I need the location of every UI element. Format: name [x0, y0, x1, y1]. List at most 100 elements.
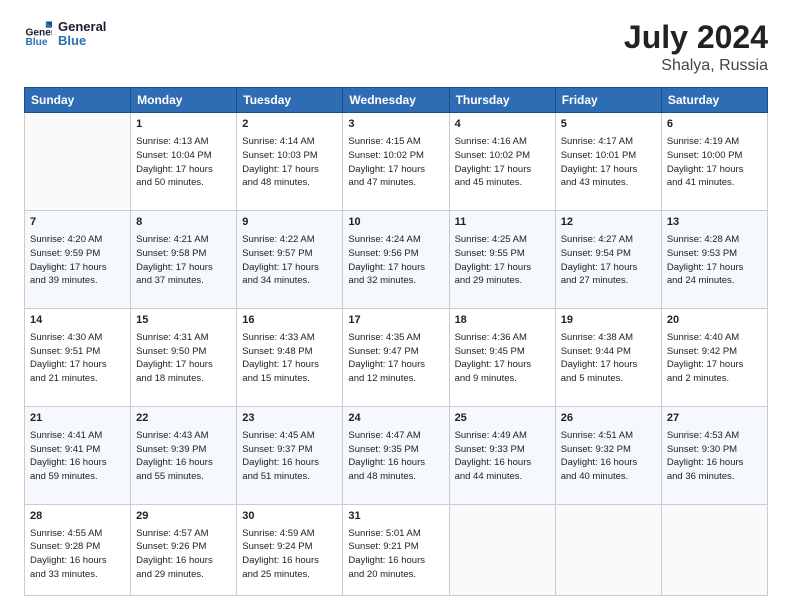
calendar-cell: 3Sunrise: 4:15 AMSunset: 10:02 PMDayligh… [343, 113, 449, 211]
cell-content: 27Sunrise: 4:53 AMSunset: 9:30 PMDayligh… [667, 411, 762, 484]
col-sunday: Sunday [25, 88, 131, 113]
calendar-cell: 2Sunrise: 4:14 AMSunset: 10:03 PMDayligh… [237, 113, 343, 211]
cell-line: Sunset: 9:45 PM [455, 345, 550, 359]
cell-line: Daylight: 16 hours [30, 554, 125, 568]
cell-content: 3Sunrise: 4:15 AMSunset: 10:02 PMDayligh… [348, 117, 443, 190]
cell-content: 28Sunrise: 4:55 AMSunset: 9:28 PMDayligh… [30, 509, 125, 582]
cell-line: and 20 minutes. [348, 568, 443, 582]
cell-line: Daylight: 16 hours [136, 554, 231, 568]
cell-line: Sunset: 9:30 PM [667, 443, 762, 457]
cell-line: Daylight: 17 hours [348, 261, 443, 275]
cell-content: 23Sunrise: 4:45 AMSunset: 9:37 PMDayligh… [242, 411, 337, 484]
day-number: 31 [348, 509, 443, 525]
day-number: 24 [348, 411, 443, 427]
calendar-cell [25, 113, 131, 211]
cell-line: and 45 minutes. [455, 176, 550, 190]
cell-content: 25Sunrise: 4:49 AMSunset: 9:33 PMDayligh… [455, 411, 550, 484]
cell-line: Sunset: 10:01 PM [561, 149, 656, 163]
cell-content: 12Sunrise: 4:27 AMSunset: 9:54 PMDayligh… [561, 215, 656, 288]
cell-line: Sunset: 10:04 PM [136, 149, 231, 163]
cell-line: Sunrise: 4:21 AM [136, 233, 231, 247]
svg-text:Blue: Blue [26, 37, 48, 48]
cell-content: 13Sunrise: 4:28 AMSunset: 9:53 PMDayligh… [667, 215, 762, 288]
day-number: 25 [455, 411, 550, 427]
cell-line: Sunrise: 4:36 AM [455, 331, 550, 345]
calendar-week-1: 1Sunrise: 4:13 AMSunset: 10:04 PMDayligh… [25, 113, 768, 211]
day-number: 8 [136, 215, 231, 231]
cell-line: and 40 minutes. [561, 470, 656, 484]
cell-content: 30Sunrise: 4:59 AMSunset: 9:24 PMDayligh… [242, 509, 337, 582]
location: Shalya, Russia [624, 57, 768, 75]
cell-content: 21Sunrise: 4:41 AMSunset: 9:41 PMDayligh… [30, 411, 125, 484]
col-wednesday: Wednesday [343, 88, 449, 113]
calendar-cell: 7Sunrise: 4:20 AMSunset: 9:59 PMDaylight… [25, 211, 131, 309]
cell-line: and 12 minutes. [348, 372, 443, 386]
cell-line: Sunset: 9:26 PM [136, 540, 231, 554]
calendar-cell: 10Sunrise: 4:24 AMSunset: 9:56 PMDayligh… [343, 211, 449, 309]
cell-line: and 29 minutes. [455, 274, 550, 288]
cell-line: Daylight: 17 hours [136, 261, 231, 275]
cell-line: Daylight: 17 hours [136, 358, 231, 372]
cell-line: and 24 minutes. [667, 274, 762, 288]
calendar-cell: 20Sunrise: 4:40 AMSunset: 9:42 PMDayligh… [661, 308, 767, 406]
cell-line: and 41 minutes. [667, 176, 762, 190]
cell-line: Daylight: 16 hours [667, 456, 762, 470]
calendar-cell: 9Sunrise: 4:22 AMSunset: 9:57 PMDaylight… [237, 211, 343, 309]
cell-line: Sunrise: 4:19 AM [667, 135, 762, 149]
calendar-cell: 21Sunrise: 4:41 AMSunset: 9:41 PMDayligh… [25, 406, 131, 504]
cell-content: 4Sunrise: 4:16 AMSunset: 10:02 PMDayligh… [455, 117, 550, 190]
day-number: 14 [30, 313, 125, 329]
cell-line: and 37 minutes. [136, 274, 231, 288]
cell-line: Daylight: 17 hours [455, 261, 550, 275]
cell-line: Sunset: 9:53 PM [667, 247, 762, 261]
cell-content: 8Sunrise: 4:21 AMSunset: 9:58 PMDaylight… [136, 215, 231, 288]
calendar-week-2: 7Sunrise: 4:20 AMSunset: 9:59 PMDaylight… [25, 211, 768, 309]
day-number: 28 [30, 509, 125, 525]
cell-line: Sunset: 9:54 PM [561, 247, 656, 261]
cell-line: Sunset: 9:51 PM [30, 345, 125, 359]
calendar-week-3: 14Sunrise: 4:30 AMSunset: 9:51 PMDayligh… [25, 308, 768, 406]
cell-line: Sunrise: 4:30 AM [30, 331, 125, 345]
cell-line: Daylight: 17 hours [30, 261, 125, 275]
cell-line: Sunrise: 4:49 AM [455, 429, 550, 443]
cell-line: Daylight: 16 hours [30, 456, 125, 470]
col-thursday: Thursday [449, 88, 555, 113]
header: General Blue General Blue July 2024 Shal… [24, 20, 768, 75]
cell-content: 20Sunrise: 4:40 AMSunset: 9:42 PMDayligh… [667, 313, 762, 386]
cell-line: Daylight: 17 hours [30, 358, 125, 372]
col-tuesday: Tuesday [237, 88, 343, 113]
cell-line: Sunset: 9:37 PM [242, 443, 337, 457]
cell-line: Sunrise: 4:16 AM [455, 135, 550, 149]
day-number: 26 [561, 411, 656, 427]
cell-line: Sunset: 10:00 PM [667, 149, 762, 163]
cell-content: 5Sunrise: 4:17 AMSunset: 10:01 PMDayligh… [561, 117, 656, 190]
cell-line: and 59 minutes. [30, 470, 125, 484]
col-monday: Monday [131, 88, 237, 113]
day-number: 5 [561, 117, 656, 133]
cell-line: Sunset: 9:56 PM [348, 247, 443, 261]
day-number: 22 [136, 411, 231, 427]
cell-line: Sunset: 9:55 PM [455, 247, 550, 261]
calendar-cell: 5Sunrise: 4:17 AMSunset: 10:01 PMDayligh… [555, 113, 661, 211]
calendar-cell: 16Sunrise: 4:33 AMSunset: 9:48 PMDayligh… [237, 308, 343, 406]
logo: General Blue General Blue [24, 20, 106, 49]
calendar-cell: 29Sunrise: 4:57 AMSunset: 9:26 PMDayligh… [131, 504, 237, 595]
cell-line: Daylight: 16 hours [455, 456, 550, 470]
calendar-cell: 25Sunrise: 4:49 AMSunset: 9:33 PMDayligh… [449, 406, 555, 504]
title-block: July 2024 Shalya, Russia [624, 20, 768, 75]
calendar-cell: 13Sunrise: 4:28 AMSunset: 9:53 PMDayligh… [661, 211, 767, 309]
cell-line: Daylight: 17 hours [242, 261, 337, 275]
cell-line: Sunrise: 4:41 AM [30, 429, 125, 443]
cell-line: and 48 minutes. [242, 176, 337, 190]
day-number: 21 [30, 411, 125, 427]
calendar-table: Sunday Monday Tuesday Wednesday Thursday… [24, 87, 768, 596]
cell-line: Daylight: 17 hours [348, 163, 443, 177]
calendar-cell [449, 504, 555, 595]
calendar-cell: 30Sunrise: 4:59 AMSunset: 9:24 PMDayligh… [237, 504, 343, 595]
cell-line: and 51 minutes. [242, 470, 337, 484]
calendar-cell: 28Sunrise: 4:55 AMSunset: 9:28 PMDayligh… [25, 504, 131, 595]
day-number: 9 [242, 215, 337, 231]
cell-line: Sunrise: 4:53 AM [667, 429, 762, 443]
cell-line: Sunrise: 4:47 AM [348, 429, 443, 443]
cell-line: and 44 minutes. [455, 470, 550, 484]
